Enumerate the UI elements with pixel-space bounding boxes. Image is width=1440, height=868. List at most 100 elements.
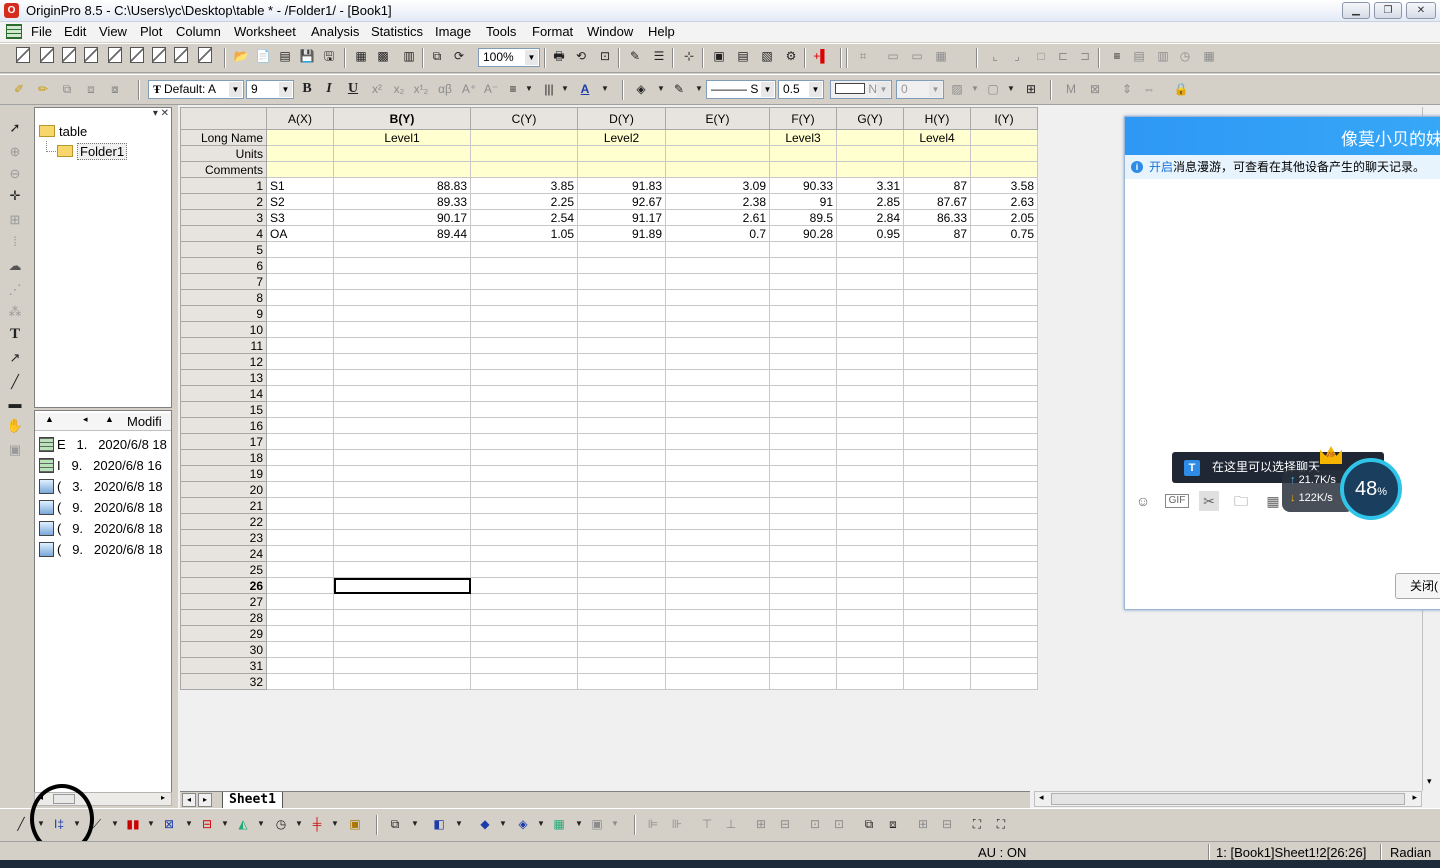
chevron-down-icon[interactable]: ▼ [652, 80, 670, 98]
data-cell[interactable] [333, 657, 471, 674]
data-cell[interactable] [970, 673, 1038, 690]
units-cell[interactable] [577, 145, 666, 162]
menu-worksheet[interactable]: Worksheet [234, 24, 296, 39]
list-item[interactable]: ( 9. 2020/6/8 18 [39, 521, 163, 539]
sort-up-icon[interactable]: ▲ [45, 414, 54, 424]
data-cell[interactable] [333, 625, 471, 642]
row-label[interactable]: Comments [180, 161, 267, 178]
open-excel-icon[interactable]: ▤ [276, 47, 294, 65]
data-cell[interactable] [665, 321, 770, 338]
arrange-layers-icon[interactable]: ▭ [884, 47, 902, 65]
mask-points-icon[interactable]: ⋰ [6, 281, 24, 299]
data-cell[interactable] [769, 289, 837, 306]
long-name-cell[interactable] [266, 129, 334, 146]
data-cell[interactable] [577, 401, 666, 418]
chevron-down-icon[interactable]: ▼ [290, 815, 308, 833]
scroll-down-icon[interactable]: ▾ [1427, 776, 1432, 787]
data-cell[interactable] [665, 481, 770, 498]
recalculate-icon[interactable]: ⟳ [450, 47, 468, 65]
data-cell[interactable] [903, 609, 971, 626]
zoom-out-icon[interactable]: ⊖ [6, 165, 24, 183]
data-cell[interactable] [665, 289, 770, 306]
border-icon[interactable]: ▢ [984, 80, 1002, 98]
data-cell[interactable] [836, 561, 904, 578]
fill-color-icon[interactable]: ◈ [632, 80, 650, 98]
data-cell[interactable] [769, 545, 837, 562]
data-cell[interactable] [769, 465, 837, 482]
supersubscript-icon[interactable]: x¹₂ [412, 80, 430, 98]
data-cell[interactable] [577, 241, 666, 258]
axis-box-icon[interactable]: □ [1032, 47, 1050, 65]
list-item[interactable]: ( 3. 2020/6/8 18 [39, 479, 163, 497]
data-cell[interactable] [665, 417, 770, 434]
new-function-icon[interactable] [130, 47, 144, 63]
area-plot-icon[interactable]: ◭ [234, 815, 252, 833]
data-cell[interactable] [470, 513, 578, 530]
data-cell[interactable] [836, 305, 904, 322]
data-cell[interactable] [903, 513, 971, 530]
data-cell[interactable] [665, 449, 770, 466]
data-cell[interactable] [333, 401, 471, 418]
data-cell[interactable] [577, 289, 666, 306]
data-cell[interactable] [769, 625, 837, 642]
data-cell[interactable] [836, 417, 904, 434]
clock-icon[interactable]: ◷ [1176, 47, 1194, 65]
data-cell[interactable] [266, 497, 334, 514]
data-cell[interactable] [470, 465, 578, 482]
draw-data-icon[interactable]: ☁ [6, 257, 24, 275]
data-cell[interactable]: 90.33 [769, 177, 837, 194]
data-cell[interactable] [577, 641, 666, 658]
data-cell[interactable] [970, 433, 1038, 450]
image-icon[interactable]: ▦ [1263, 491, 1283, 511]
fit-page-icon[interactable]: ⛶ [992, 815, 1010, 833]
results-log-icon[interactable]: ▣ [710, 47, 728, 65]
data-cell[interactable] [665, 433, 770, 450]
unmask-icon[interactable]: ⊠ [1086, 80, 1104, 98]
data-cell[interactable] [266, 369, 334, 386]
pattern-value-select[interactable]: 0 ▼ [896, 80, 944, 99]
data-cell[interactable] [903, 449, 971, 466]
data-cell[interactable]: 90.17 [333, 209, 471, 226]
hatch-icon[interactable]: ▨ [948, 80, 966, 98]
3d-surface-icon[interactable]: ◆ [476, 815, 494, 833]
sort-up-icon[interactable]: ▲ [105, 414, 114, 424]
data-cell[interactable] [333, 385, 471, 402]
row-header[interactable]: 15 [180, 401, 267, 418]
data-cell[interactable]: 0.7 [665, 225, 770, 242]
data-cell[interactable] [333, 497, 471, 514]
data-cell[interactable] [665, 385, 770, 402]
list-item[interactable]: ( 9. 2020/6/8 18 [39, 500, 163, 518]
data-cell[interactable] [577, 433, 666, 450]
folder-folder1[interactable]: Folder1 [57, 143, 128, 160]
data-cell[interactable] [769, 561, 837, 578]
row-header[interactable]: 12 [180, 353, 267, 370]
data-cell[interactable] [903, 385, 971, 402]
data-cell[interactable] [470, 337, 578, 354]
new-layout-icon[interactable] [152, 47, 166, 63]
row-header[interactable]: 19 [180, 465, 267, 482]
import-ascii-icon[interactable]: ▦ [352, 47, 370, 65]
data-cell[interactable] [769, 241, 837, 258]
comments-cell[interactable] [836, 161, 904, 178]
menu-view[interactable]: View [99, 24, 127, 39]
row-header[interactable]: 1 [180, 177, 267, 194]
data-cell[interactable] [470, 385, 578, 402]
script-window-icon[interactable]: ✎ [626, 47, 644, 65]
data-cell[interactable] [970, 449, 1038, 466]
minimize-icon[interactable]: ▁ [1342, 2, 1370, 19]
list-item[interactable]: I 9. 2020/6/8 16 [39, 458, 162, 476]
data-cell[interactable] [333, 369, 471, 386]
data-cell[interactable] [333, 673, 471, 690]
chevron-down-icon[interactable]: ▼ [406, 815, 424, 833]
menu-analysis[interactable]: Analysis [311, 24, 359, 39]
chevron-down-icon[interactable]: ▼ [106, 815, 124, 833]
data-cell[interactable] [903, 545, 971, 562]
data-cell[interactable] [836, 513, 904, 530]
list-item[interactable]: ( 9. 2020/6/8 18 [39, 542, 163, 560]
axis-right-icon[interactable]: ⌟ [1008, 47, 1026, 65]
chevron-down-icon[interactable]: ▼ [180, 815, 198, 833]
data-cell[interactable] [836, 433, 904, 450]
data-selector-icon[interactable]: ⁞ [6, 233, 24, 251]
data-cell[interactable] [836, 465, 904, 482]
data-cell[interactable] [577, 449, 666, 466]
